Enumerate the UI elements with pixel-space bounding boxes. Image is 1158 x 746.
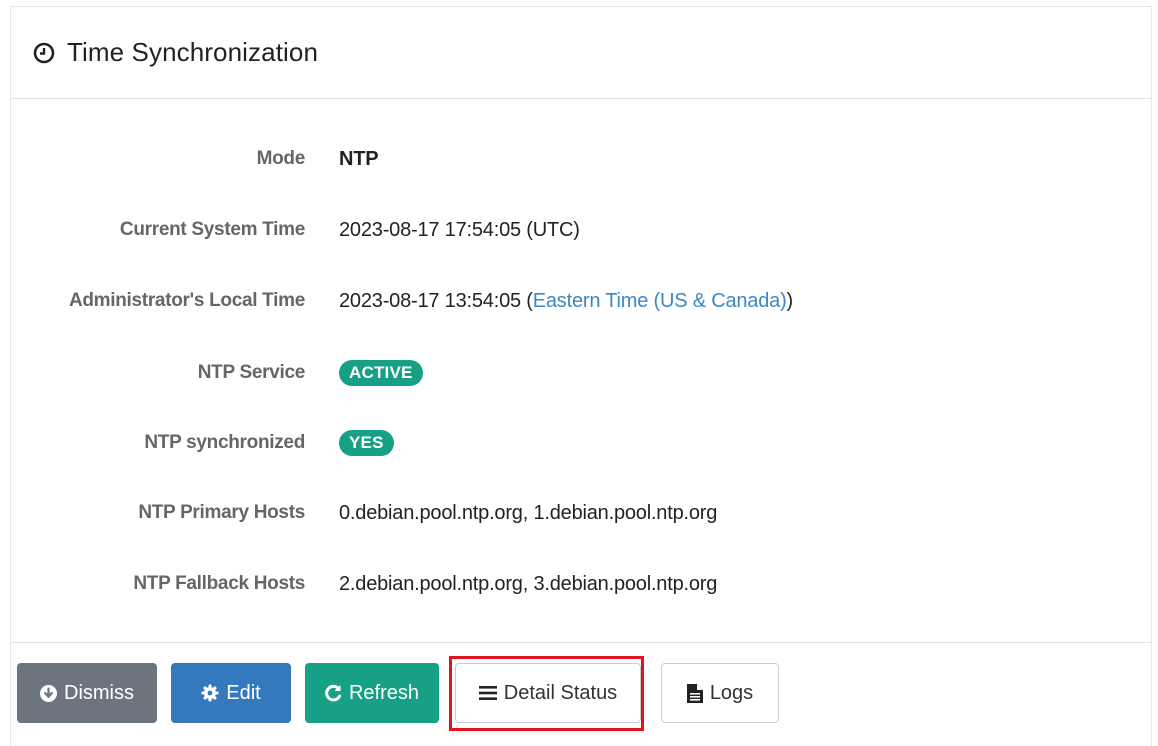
ntp-service-value: ACTIVE <box>339 360 423 386</box>
ntp-primary-hosts-value: 0.debian.pool.ntp.org, 1.debian.pool.ntp… <box>339 501 718 524</box>
time-sync-panel: Time Synchronization Mode NTP Current Sy… <box>10 6 1152 746</box>
mode-label: Mode <box>256 148 306 169</box>
circle-arrow-down-icon <box>40 684 57 702</box>
refresh-label: Refresh <box>348 681 420 704</box>
mode-value: NTP <box>339 147 379 170</box>
panel-title: Time Synchronization <box>67 37 319 67</box>
panel-footer: Dismiss Edit Refresh Detail Status Logs <box>11 643 1151 743</box>
admin-local-time-close: ) <box>786 289 794 312</box>
mode-row: Mode NTP <box>11 141 1151 177</box>
logs-button[interactable]: Logs <box>661 663 779 723</box>
ntp-fallback-hosts-label: NTP Fallback Hosts <box>133 573 305 594</box>
ntp-primary-hosts-row: NTP Primary Hosts 0.debian.pool.ntp.org,… <box>11 495 1151 531</box>
status-fields: Mode NTP Current System Time 2023-08-17 … <box>11 99 1151 643</box>
list-icon <box>478 685 497 701</box>
file-text-icon <box>686 683 703 703</box>
edit-button[interactable]: Edit <box>171 663 291 723</box>
admin-local-time-text: 2023-08-17 13:54:05 ( <box>339 289 533 312</box>
ntp-fallback-hosts-value: 2.debian.pool.ntp.org, 3.debian.pool.ntp… <box>339 572 718 595</box>
admin-local-time-label: Administrator's Local Time <box>68 290 305 311</box>
logs-label: Logs <box>709 681 754 704</box>
dismiss-button[interactable]: Dismiss <box>17 663 157 723</box>
current-system-time-row: Current System Time 2023-08-17 17:54:05 … <box>11 212 1151 248</box>
admin-local-time-value: 2023-08-17 13:54:05 (Eastern Time (US & … <box>339 290 793 313</box>
ntp-fallback-hosts-row: NTP Fallback Hosts 2.debian.pool.ntp.org… <box>11 566 1151 602</box>
admin-local-time-row: Administrator's Local Time 2023-08-17 13… <box>11 283 1151 319</box>
ntp-service-status-badge: ACTIVE <box>339 360 423 386</box>
ntp-synchronized-badge: YES <box>339 430 394 456</box>
refresh-button[interactable]: Refresh <box>305 663 439 723</box>
ntp-synchronized-label: NTP synchronized <box>144 432 305 453</box>
detail-status-label: Detail Status <box>503 681 618 704</box>
ntp-synchronized-row: NTP synchronized YES <box>11 425 1151 461</box>
dismiss-label: Dismiss <box>64 681 134 704</box>
refresh-icon <box>325 684 342 702</box>
ntp-synchronized-value: YES <box>339 430 394 456</box>
current-system-time-value: 2023-08-17 17:54:05 (UTC) <box>339 218 580 241</box>
edit-label: Edit <box>226 681 261 704</box>
current-system-time-label: Current System Time <box>119 219 305 240</box>
panel-header: Time Synchronization <box>11 7 1151 99</box>
timezone-link[interactable]: Eastern Time (US & Canada) <box>533 290 787 312</box>
ntp-primary-hosts-label: NTP Primary Hosts <box>138 502 305 523</box>
gear-icon <box>201 684 219 702</box>
clock-icon <box>33 42 55 64</box>
ntp-service-row: NTP Service ACTIVE <box>11 355 1151 391</box>
ntp-service-label: NTP Service <box>197 362 306 383</box>
detail-status-button[interactable]: Detail Status <box>455 663 641 723</box>
